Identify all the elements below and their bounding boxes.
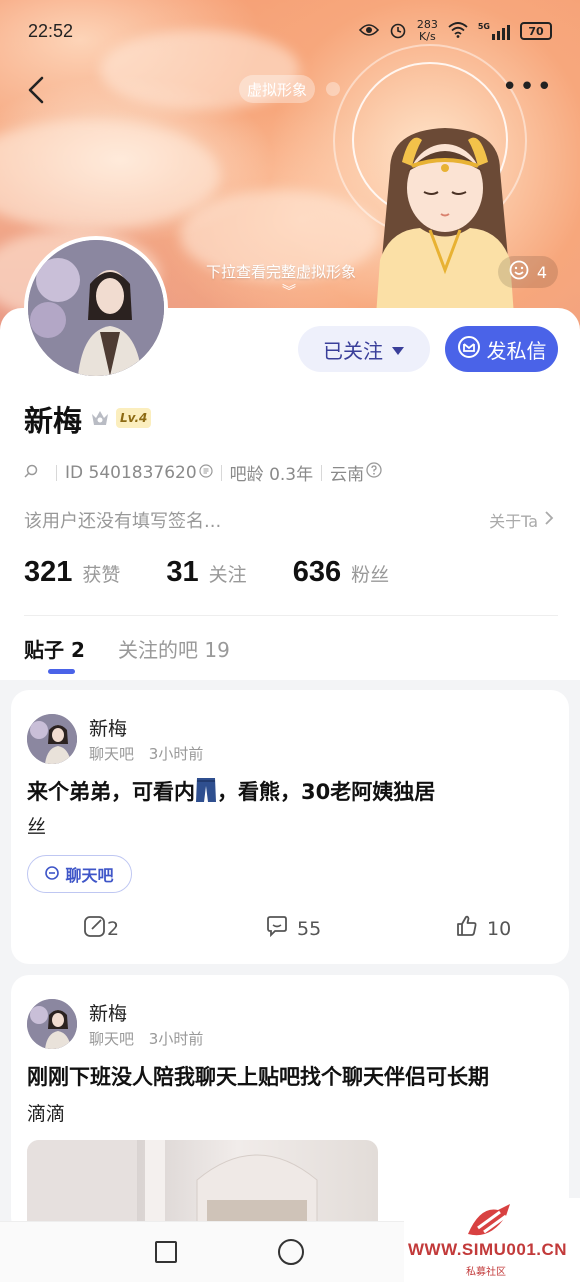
level-badge[interactable]: Lv.4 — [116, 408, 152, 428]
post-title[interactable]: 来个弟弟，可看内 ，看熊，30老阿姨独居 — [27, 776, 557, 812]
watermark-logo — [468, 1204, 510, 1236]
network-type: 5G — [477, 22, 490, 31]
forum-age: 吧龄 0.3年 — [229, 465, 314, 485]
user-avatar[interactable] — [24, 236, 168, 380]
fans-count[interactable]: 636 — [293, 556, 341, 589]
watermark-text: WWW.SIMU001.CN — [408, 1240, 568, 1259]
share-button[interactable]: 2 — [83, 914, 119, 943]
post-body: 滴滴 — [27, 1103, 66, 1125]
like-button[interactable]: 10 — [455, 914, 511, 943]
watermark: WWW.SIMU001.CN 私募社区 — [404, 1198, 580, 1282]
tab-posts[interactable]: 贴子 2 — [24, 634, 85, 663]
user-stats: 321 获赞 31 关注 636 粉丝 — [24, 556, 389, 589]
avatar-like-button[interactable]: 4 — [498, 256, 558, 288]
user-name: 新梅 — [24, 404, 83, 438]
about-label: 关于Ta — [489, 512, 538, 531]
mail-icon — [457, 335, 481, 364]
jeans-emoji-icon — [195, 777, 217, 812]
eye-icon — [358, 23, 379, 40]
post-title-part: 来个弟弟，可看内 — [27, 780, 195, 804]
help-icon[interactable] — [366, 462, 382, 483]
pill-dot — [326, 82, 340, 96]
more-options-button[interactable]: ••• — [502, 74, 554, 100]
post-forum-time: 聊天吧 3小时前 — [89, 743, 203, 764]
member-badge-icon — [90, 408, 110, 428]
battery-icon: 70 — [520, 22, 552, 40]
post-forum-time: 聊天吧 3小时前 — [89, 1028, 203, 1049]
chevron-right-icon — [544, 510, 554, 530]
watermark-subtext: 私募社区 — [466, 1267, 506, 1278]
likes-label: 获赞 — [82, 564, 121, 586]
share-count: 2 — [107, 917, 120, 940]
send-message-label: 发私信 — [486, 338, 547, 363]
user-meta: ID 5401837620 吧龄 0.3年 云南 — [24, 460, 382, 485]
cellular-signal-icon: 5G — [478, 22, 510, 40]
chevron-double-down-icon: ︾ — [282, 284, 296, 300]
separator — [220, 464, 222, 481]
following-label: 已关注 — [323, 338, 383, 363]
comment-button[interactable]: 55 — [265, 914, 321, 943]
likes-count[interactable]: 321 — [24, 556, 72, 589]
thumbs-up-icon — [455, 914, 479, 943]
avatar-like-count: 4 — [536, 262, 548, 282]
share-edit-icon — [83, 914, 107, 943]
forum-tag-button[interactable]: 聊天吧 — [27, 855, 132, 893]
forum-icon — [45, 865, 60, 884]
following-count[interactable]: 31 — [166, 556, 198, 589]
post-time: 3小时前 — [148, 1030, 204, 1048]
virtual-avatar-character[interactable] — [350, 110, 540, 330]
post-forum-name[interactable]: 聊天吧 — [89, 1030, 134, 1048]
post-card[interactable]: 新梅 聊天吧 3小时前 来个弟弟，可看内 ，看熊，30老阿姨独居 丝 聊天吧 2… — [11, 690, 569, 964]
post-forum-name[interactable]: 聊天吧 — [89, 745, 134, 763]
virtual-avatar-pill[interactable]: 虚拟形象 — [239, 75, 316, 103]
network-speed: 283 K/s — [417, 19, 438, 43]
separator — [321, 464, 323, 481]
post-author-name[interactable]: 新梅 — [89, 999, 127, 1026]
tab-followed-forums[interactable]: 关注的吧 19 — [118, 634, 230, 663]
send-message-button[interactable]: 发私信 — [445, 326, 558, 372]
post-author-avatar[interactable] — [27, 714, 77, 764]
speed-unit: K/s — [419, 30, 436, 43]
post-body: 丝 — [27, 816, 47, 838]
caret-down-icon — [391, 337, 405, 361]
separator — [56, 464, 57, 481]
back-button[interactable] — [22, 72, 52, 108]
post-card[interactable]: 新梅 聊天吧 3小时前 刚刚下班没人陪我聊天上贴吧找个聊天伴侣可长期 滴滴 — [11, 975, 569, 1240]
search-icon — [24, 464, 38, 482]
comment-icon — [265, 914, 289, 943]
divider — [24, 615, 558, 616]
following-label: 关注 — [208, 564, 247, 586]
user-location: 云南 — [330, 465, 365, 485]
recent-apps-button[interactable] — [155, 1241, 177, 1263]
following-dropdown-button[interactable]: 已关注 — [298, 326, 430, 372]
status-time: 22:52 — [28, 20, 74, 41]
user-id: ID 5401837620 — [65, 462, 197, 483]
wifi-icon — [448, 21, 468, 41]
about-link[interactable]: 关于Ta — [489, 508, 554, 532]
post-author-avatar[interactable] — [27, 999, 77, 1049]
post-title[interactable]: 刚刚下班没人陪我聊天上贴吧找个聊天伴侣可长期 — [27, 1061, 557, 1093]
post-title-part: ，看熊，30老阿姨独居 — [217, 780, 436, 804]
post-time: 3小时前 — [148, 745, 204, 763]
like-count: 10 — [487, 917, 512, 940]
pull-down-hint: 下拉查看完整虚拟形象 — [206, 263, 357, 281]
comment-count: 55 — [297, 917, 322, 940]
active-tab-indicator — [48, 669, 75, 674]
smile-icon — [509, 260, 529, 284]
status-bar: 22:52 283 K/s 5G 70 — [0, 0, 580, 62]
forum-tag-label: 聊天吧 — [65, 866, 114, 885]
post-author-name[interactable]: 新梅 — [89, 714, 127, 741]
user-signature: 该用户还没有填写签名... — [24, 511, 222, 532]
home-button[interactable] — [278, 1239, 304, 1265]
fans-label: 粉丝 — [351, 564, 390, 586]
alarm-icon — [389, 21, 407, 42]
copy-icon[interactable] — [199, 463, 213, 483]
